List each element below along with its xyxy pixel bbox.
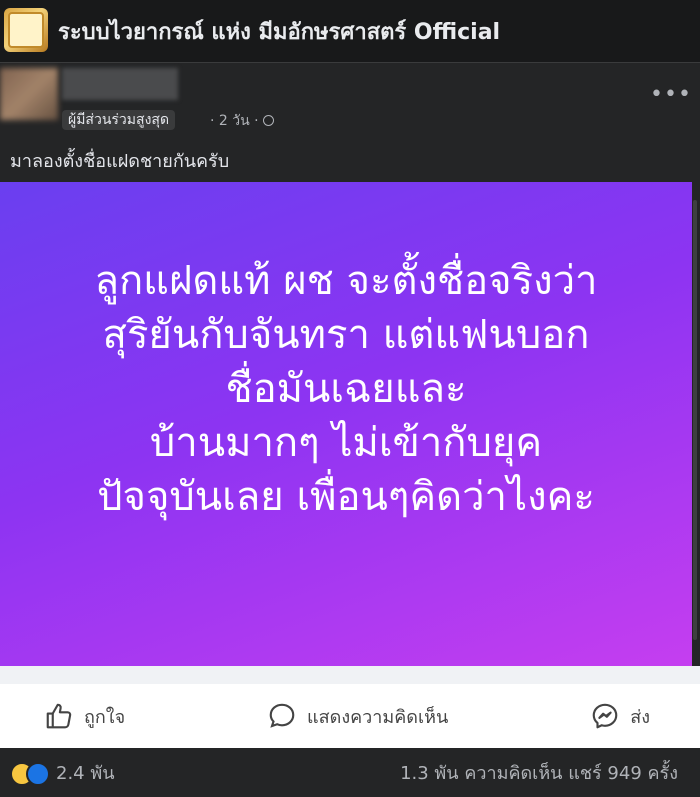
comments-shares-count[interactable]: 1.3 พัน ความคิดเห็น แชร์ 949 ครั้ง [400, 758, 678, 787]
image-text-block: ลูกแฝดแท้ ผช จะตั้งชื่อจริงว่า สุริยันกั… [0, 254, 692, 524]
image-text-line: ชื่อมันเฉยและ [225, 366, 467, 412]
action-bar: ถูกใจ แสดงความคิดเห็น ส่ง [0, 684, 700, 748]
comment-button[interactable]: แสดงความคิดเห็น [267, 701, 448, 731]
messenger-icon [592, 703, 618, 729]
globe-icon [262, 115, 274, 126]
separator [0, 666, 700, 684]
post-image[interactable]: ลูกแฝดแท้ ผช จะตั้งชื่อจริงว่า สุริยันกั… [0, 182, 692, 666]
reaction-icons [10, 761, 50, 786]
comment-label: แสดงความคิดเห็น [307, 706, 449, 728]
comment-bubble-icon [269, 703, 295, 728]
reactions-summary[interactable]: 2.4 พัน [10, 758, 115, 787]
like-label: ถูกใจ [84, 706, 126, 728]
group-name[interactable]: ระบบไวยากรณ์ แห่ง มีมอักษรศาสตร์ Officia… [58, 14, 500, 49]
send-label: ส่ง [630, 706, 650, 728]
group-header: ระบบไวยากรณ์ แห่ง มีมอักษรศาสตร์ Officia… [0, 0, 700, 62]
image-text-line: สุริยันกับจันทรา แต่แฟนบอก [102, 312, 590, 358]
like-button[interactable]: ถูกใจ [44, 701, 125, 731]
divider [0, 62, 700, 63]
more-horizontal-icon[interactable]: ••• [650, 82, 692, 107]
post-timestamp[interactable]: · 2 วัน · [210, 110, 274, 132]
thumbs-up-icon [46, 703, 72, 729]
image-text-line: ปัจจุบันเลย เพื่อนๆคิดว่าไงคะ [97, 474, 595, 520]
post-footer: 2.4 พัน 1.3 พัน ความคิดเห็น แชร์ 949 ครั… [0, 748, 700, 797]
group-logo[interactable] [4, 8, 48, 52]
scrollbar[interactable] [693, 200, 697, 640]
reaction-count: 2.4 พัน [56, 763, 115, 784]
timestamp-text: · 2 วัน · [210, 113, 259, 129]
author-name-redacted [62, 68, 178, 100]
send-button[interactable]: ส่ง [590, 701, 650, 731]
image-text-line: บ้านมากๆ ไม่เข้ากับยุค [149, 420, 543, 466]
top-contributor-badge: ผู้มีส่วนร่วมสูงสุด [62, 110, 176, 130]
image-text-line: ลูกแฝดแท้ ผช จะตั้งชื่อจริงว่า [94, 258, 598, 304]
like-reaction-icon [26, 761, 50, 786]
avatar[interactable] [0, 68, 58, 120]
post-text: มาลองตั้งชื่อแฝดชายกันครับ [10, 151, 230, 172]
